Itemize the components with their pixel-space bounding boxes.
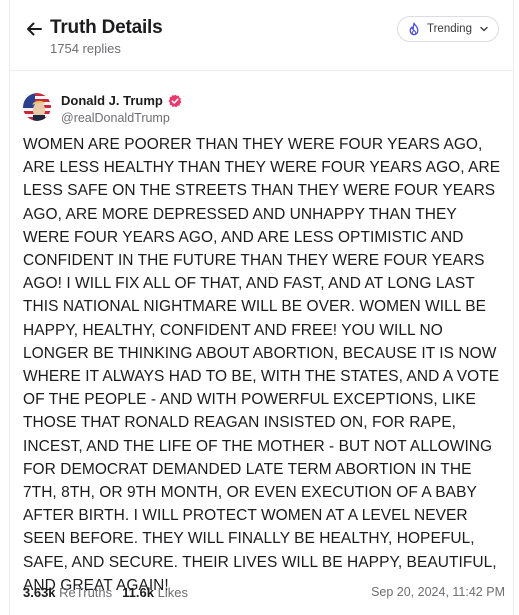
sort-dropdown-label: Trending	[427, 23, 472, 35]
author-name[interactable]: Donald J. Trump	[61, 93, 182, 108]
author-handle[interactable]: @realDonaldTrump	[61, 111, 170, 125]
truth-details-panel: Truth Details 1754 replies Trending Dona…	[9, 0, 514, 615]
avatar[interactable]	[23, 93, 51, 121]
post-stats: 3.63k ReTruths 11.6k Likes Sep 20, 2024,…	[23, 583, 505, 601]
likes-label: Likes	[157, 584, 188, 600]
verified-badge-icon	[168, 94, 182, 107]
flame-icon	[409, 22, 419, 36]
post-timestamp: Sep 20, 2024, 11:42 PM	[371, 585, 505, 599]
page-header: Truth Details 1754 replies Trending	[10, 0, 513, 71]
back-button[interactable]	[20, 15, 48, 43]
retruths-count: 3.63k	[23, 584, 56, 600]
post-body: WOMEN ARE POORER THAN THEY WERE FOUR YEA…	[23, 136, 501, 594]
reply-count: 1754 replies	[50, 41, 121, 56]
retruths-label: ReTruths	[59, 584, 113, 600]
retruths-stat[interactable]: 3.63k ReTruths	[23, 585, 112, 600]
arrow-left-icon	[27, 22, 42, 36]
likes-stat[interactable]: 11.6k Likes	[122, 585, 188, 600]
page-title: Truth Details	[50, 17, 163, 38]
likes-count: 11.6k	[122, 584, 154, 600]
author-name-text: Donald J. Trump	[61, 93, 163, 108]
sort-dropdown[interactable]: Trending	[397, 16, 499, 42]
chevron-down-icon	[480, 26, 488, 32]
